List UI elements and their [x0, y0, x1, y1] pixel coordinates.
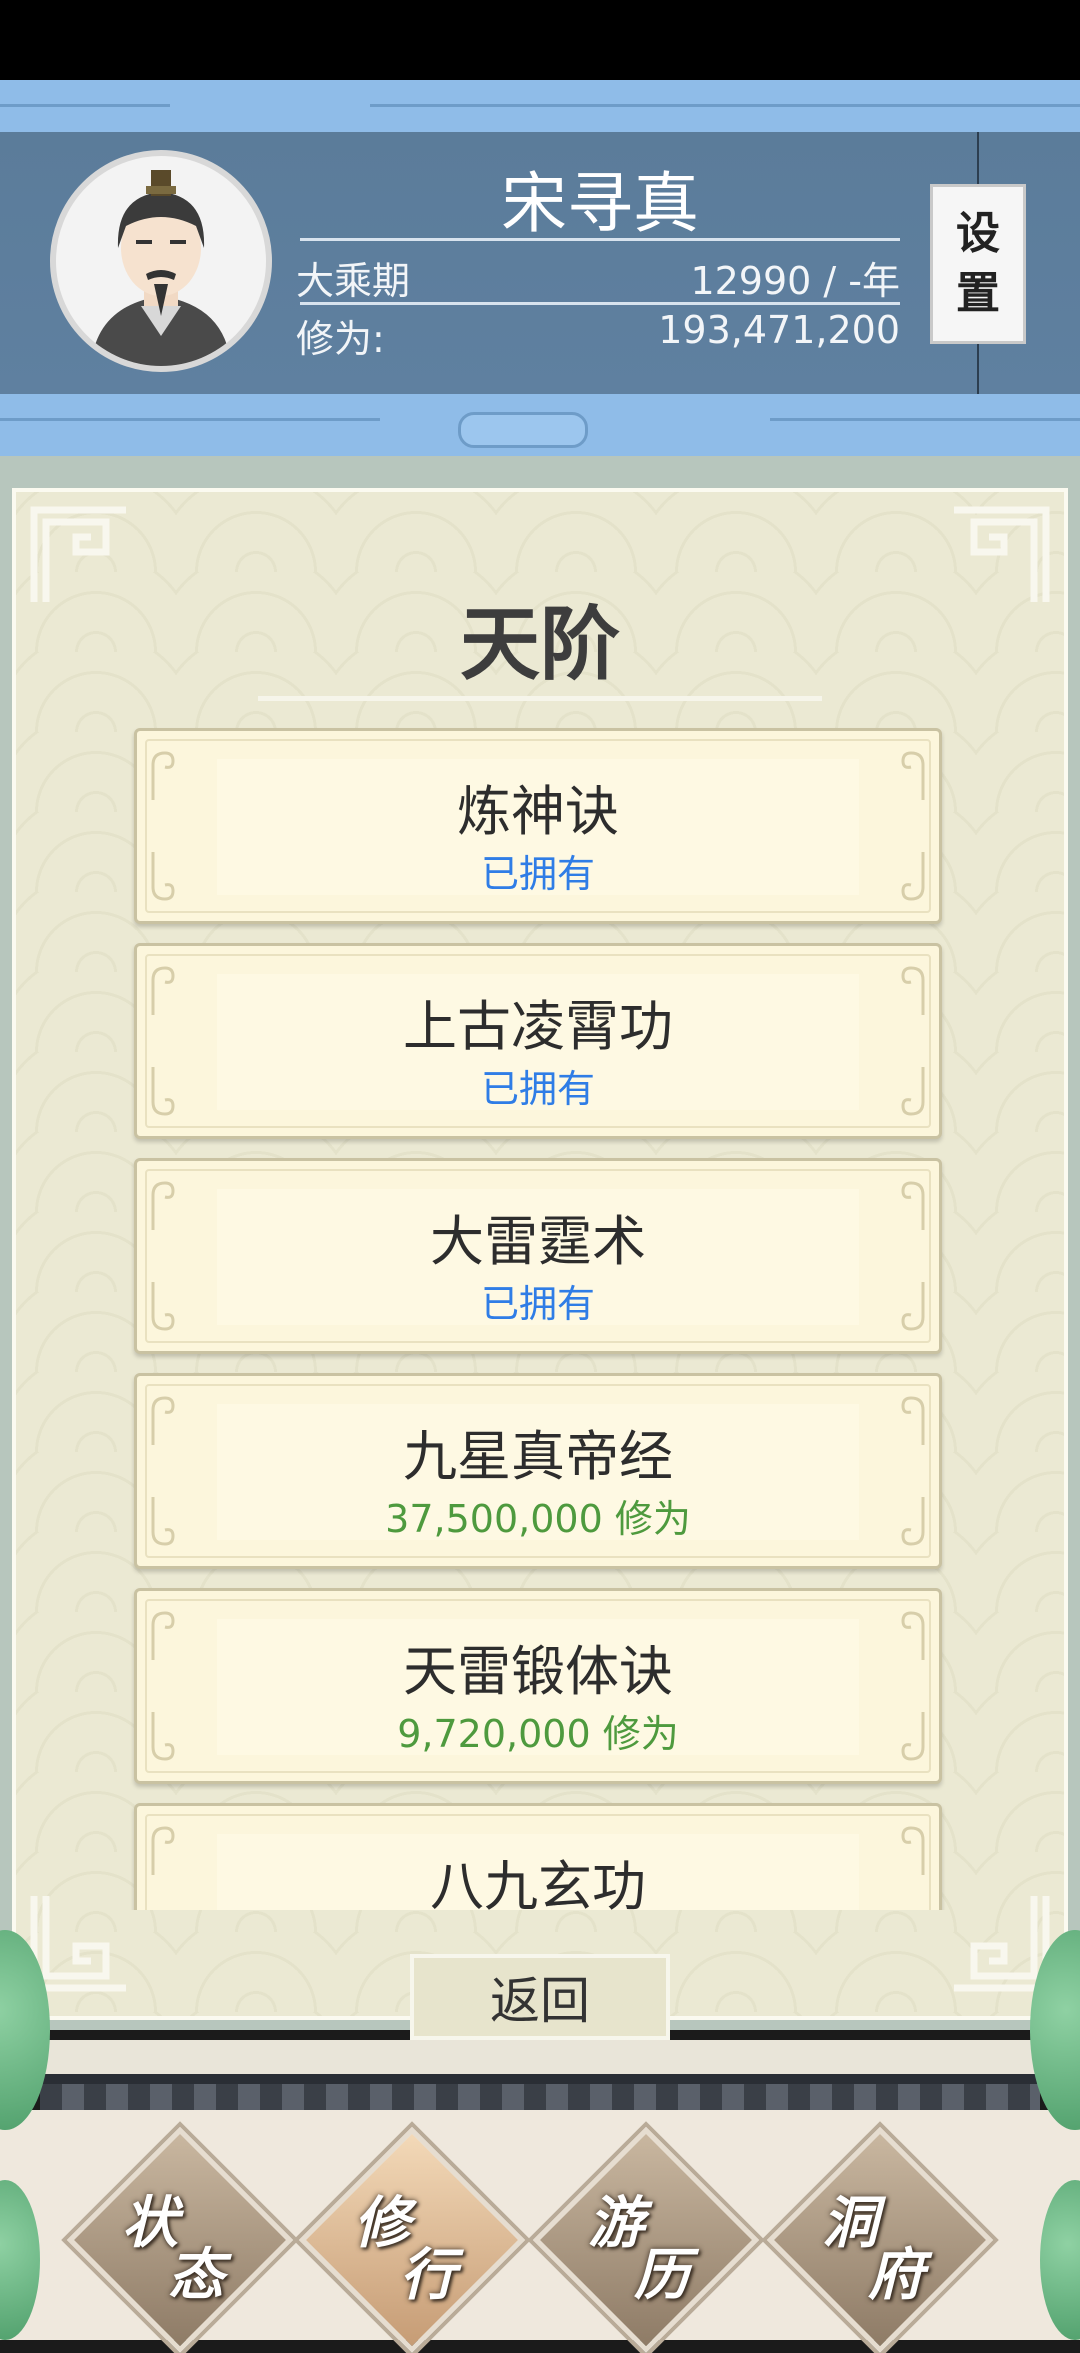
- player-name: 宋寻真: [501, 165, 699, 242]
- skill-status: 37,500,000 修为: [385, 1497, 691, 1541]
- nav-button[interactable]: 游历: [532, 2126, 760, 2353]
- nav-fringe-edge: [40, 2074, 1040, 2084]
- nav-button[interactable]: 修行: [298, 2126, 526, 2353]
- skill-status: 已拥有: [480, 1067, 595, 1111]
- nav-label-char: 历: [634, 2242, 690, 2308]
- back-button[interactable]: 返回: [410, 1954, 670, 2040]
- cultivation-label: 修为:: [296, 317, 385, 361]
- skill-name: 上古凌霄功: [403, 995, 673, 1058]
- skill-card[interactable]: 八九玄功: [134, 1803, 942, 1910]
- header-divider: [300, 238, 900, 241]
- settings-label-char: 置: [956, 268, 1000, 319]
- header-bottom-trim: [0, 394, 1080, 456]
- realm-label: 大乘期: [296, 259, 411, 303]
- skill-name: 炼神诀: [457, 780, 619, 843]
- nav-label-char: 态: [168, 2242, 224, 2308]
- settings-label-char: 设: [956, 208, 1000, 259]
- avatar[interactable]: [50, 150, 272, 372]
- skill-name: 天雷锻体诀: [403, 1640, 673, 1703]
- nav-button[interactable]: 状态: [66, 2126, 294, 2353]
- status-bar: [0, 0, 1080, 80]
- skill-card[interactable]: 天雷锻体诀 9,720,000 修为: [134, 1588, 942, 1784]
- skill-card[interactable]: 九星真帝经 37,500,000 修为: [134, 1373, 942, 1569]
- skill-status: 已拥有: [480, 852, 595, 896]
- header-divider: [300, 302, 900, 305]
- cultivator-portrait-icon: [91, 170, 231, 366]
- header-pull-tab[interactable]: [458, 412, 588, 448]
- nav-button[interactable]: 洞府: [766, 2126, 994, 2353]
- skill-name: 大雷霆术: [430, 1210, 646, 1273]
- skill-card[interactable]: 炼神诀 已拥有: [134, 728, 942, 924]
- nav-label-char: 行: [400, 2242, 456, 2308]
- nav-label-char: 府: [868, 2242, 924, 2308]
- skill-name: 九星真帝经: [403, 1425, 673, 1488]
- skill-card[interactable]: 上古凌霄功 已拥有: [134, 943, 942, 1139]
- skill-list[interactable]: 炼神诀 已拥有 上古凌霄功 已拥有 大雷霆术 已拥有 九星真帝经 37,500,000 修为天…: [128, 724, 952, 1910]
- skill-status: 9,720,000 修为: [397, 1712, 679, 1756]
- age-value: 12990 / -年: [690, 259, 900, 303]
- panel-title: 天阶: [460, 598, 620, 691]
- skill-card[interactable]: 大雷霆术 已拥有: [134, 1158, 942, 1354]
- settings-button[interactable]: 设 置: [930, 184, 1026, 344]
- title-underline: [258, 696, 822, 701]
- skill-name: 八九玄功: [430, 1855, 646, 1910]
- cultivation-value: 193,471,200: [658, 308, 900, 352]
- header-top-trim: [0, 80, 1080, 132]
- skill-status: 已拥有: [480, 1282, 595, 1326]
